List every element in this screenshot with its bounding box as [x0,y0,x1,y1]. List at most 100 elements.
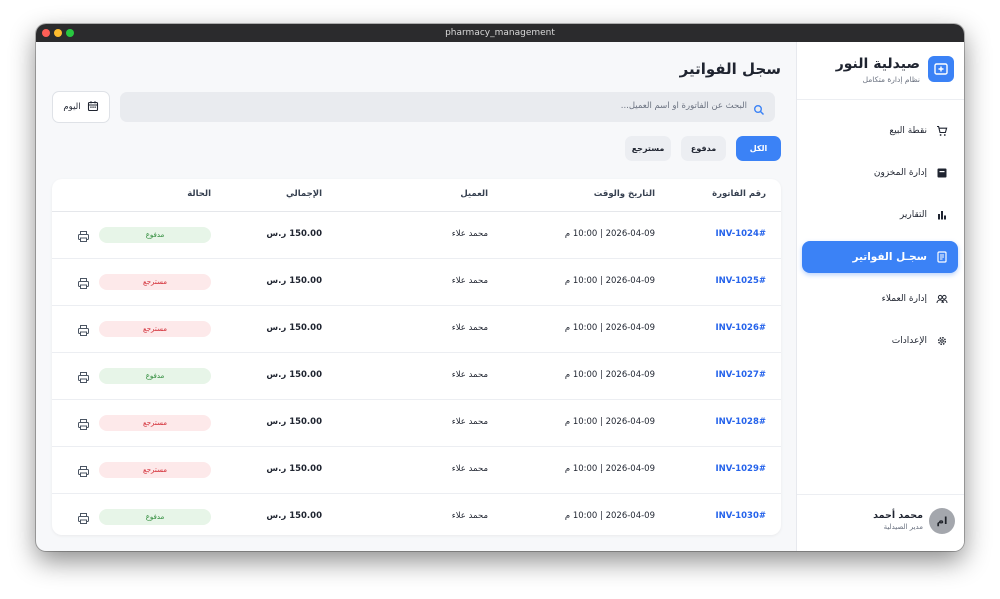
customer-name: محمد علاء [451,370,488,380]
sidebar: صيدلية النور نظام إدارة متكامل نقطة البي… [796,42,964,551]
column-header-status: الحالة [187,189,211,199]
table-row[interactable]: INV-1028# 2026-04-09 | 10:00 م محمد علاء… [52,400,781,447]
nav-item-invoices[interactable]: سجـل الفواتير [802,241,958,273]
table-row[interactable]: INV-1027# 2026-04-09 | 10:00 م محمد علاء… [52,353,781,400]
nav-item-customers[interactable]: إدارة العملاء [802,283,958,315]
bar-chart-icon [936,209,948,221]
print-icon[interactable] [77,322,90,336]
nav-label: إدارة المخزون [873,168,927,178]
table-row[interactable]: INV-1024# 2026-04-09 | 10:00 م محمد علاء… [52,212,781,259]
minimize-window-button[interactable] [54,29,62,37]
invoice-link[interactable]: INV-1024# [715,229,766,239]
nav-item-inventory[interactable]: إدارة المخزون [802,157,958,189]
status-badge: مسترجع [99,321,211,337]
page-title: سجل الفواتير [679,60,781,78]
invoice-datetime: 2026-04-09 | 10:00 م [564,464,655,474]
nav-label: إدارة العملاء [881,294,927,304]
calendar-icon [87,100,99,115]
nav-label: سجـل الفواتير [852,251,927,263]
customer-name: محمد علاء [451,229,488,239]
app-window: pharmacy_management صيدلية النور نظام إد… [36,24,964,551]
search-placeholder: البحث عن الفاتورة او اسم العميل... [620,101,747,111]
customer-name: محمد علاء [451,276,488,286]
brand-name: صيدلية النور [835,56,920,72]
nav-item-reports[interactable]: التقارير [802,199,958,231]
users-icon [936,293,948,305]
invoice-link[interactable]: INV-1030# [715,511,766,521]
invoice-datetime: 2026-04-09 | 10:00 م [564,276,655,286]
invoice-total: 150.00 ر.س [266,511,322,521]
title-bar: pharmacy_management [36,24,964,42]
column-header-datetime: التاريخ والوقت [593,189,655,199]
user-role: مدير الصيدلية [883,523,923,531]
status-badge: مدفوع [99,509,211,525]
receipt-icon [936,251,948,263]
table-row[interactable]: INV-1026# 2026-04-09 | 10:00 م محمد علاء… [52,306,781,353]
search-input[interactable]: البحث عن الفاتورة او اسم العميل... [120,92,775,122]
filter-label: مسترجع [631,144,665,153]
invoice-total: 150.00 ر.س [266,417,322,427]
invoice-link[interactable]: INV-1028# [715,417,766,427]
brand-divider [797,99,964,100]
invoice-total: 150.00 ر.س [266,370,322,380]
filter-label: الكل [749,144,768,153]
search-icon [753,101,765,116]
invoices-table: رقم الفاتورة التاريخ والوقت العميل الإجم… [52,179,781,535]
customer-name: محمد علاء [451,511,488,521]
gear-icon [936,335,948,347]
column-header-invoice: رقم الفاتورة [712,189,766,199]
table-row[interactable]: INV-1025# 2026-04-09 | 10:00 م محمد علاء… [52,259,781,306]
invoice-datetime: 2026-04-09 | 10:00 م [564,417,655,427]
cart-icon [936,125,948,137]
date-filter-label: اليوم [63,102,81,112]
customer-name: محمد علاء [451,323,488,333]
invoice-link[interactable]: INV-1025# [715,276,766,286]
print-icon[interactable] [77,275,90,289]
date-filter-button[interactable]: اليوم [52,91,110,123]
close-window-button[interactable] [42,29,50,37]
invoice-datetime: 2026-04-09 | 10:00 م [564,370,655,380]
invoice-datetime: 2026-04-09 | 10:00 م [564,511,655,521]
invoice-total: 150.00 ر.س [266,323,322,333]
print-icon[interactable] [77,510,90,524]
table-row[interactable]: INV-1029# 2026-04-09 | 10:00 م محمد علاء… [52,447,781,494]
invoice-datetime: 2026-04-09 | 10:00 م [564,229,655,239]
column-header-customer: العميل [460,189,488,199]
invoice-total: 150.00 ر.س [266,229,322,239]
brand-subtitle: نظام إدارة متكامل [862,75,920,84]
table-row[interactable]: INV-1030# 2026-04-09 | 10:00 م محمد علاء… [52,494,781,535]
nav-label: نقطة البيع [889,126,927,136]
invoice-link[interactable]: INV-1029# [715,464,766,474]
status-badge: مدفوع [99,227,211,243]
status-badge: مدفوع [99,368,211,384]
filter-label: مدفوع [690,144,717,153]
filter-returned-button[interactable]: مسترجع [625,136,671,161]
invoice-link[interactable]: INV-1026# [715,323,766,333]
box-icon [936,167,948,179]
status-badge: مسترجع [99,274,211,290]
avatar: ام [929,508,955,534]
window-title: pharmacy_management [445,28,555,38]
brand: صيدلية النور نظام إدارة متكامل [806,56,954,88]
print-icon[interactable] [77,369,90,383]
nav-item-pos[interactable]: نقطة البيع [802,115,958,147]
print-icon[interactable] [77,416,90,430]
invoice-total: 150.00 ر.س [266,464,322,474]
nav-label: الإعدادات [891,336,927,346]
nav-label: التقارير [899,210,927,220]
print-icon[interactable] [77,228,90,242]
user-profile[interactable]: ام محمد أحمد مدير الصيدلية [797,494,964,551]
pharmacy-logo-icon [928,56,954,82]
user-name: محمد أحمد [873,510,923,521]
customer-name: محمد علاء [451,464,488,474]
invoice-datetime: 2026-04-09 | 10:00 م [564,323,655,333]
invoice-total: 150.00 ر.س [266,276,322,286]
invoice-link[interactable]: INV-1027# [715,370,766,380]
nav-item-settings[interactable]: الإعدادات [802,325,958,357]
column-header-total: الإجمالي [285,189,322,199]
print-icon[interactable] [77,463,90,477]
maximize-window-button[interactable] [66,29,74,37]
filter-paid-button[interactable]: مدفوع [681,136,726,161]
filter-all-button[interactable]: الكل [736,136,781,161]
status-badge: مسترجع [99,462,211,478]
